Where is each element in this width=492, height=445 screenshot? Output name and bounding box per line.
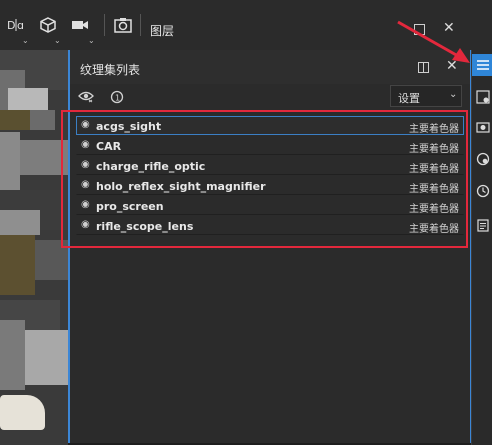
list-item[interactable]: ◉ acgs_sight 主要着色器: [76, 116, 464, 135]
list-item[interactable]: ◉ holo_reflex_sight_magnifier 主要着色器: [76, 176, 464, 195]
toolbar-divider: [140, 14, 141, 36]
texture-set-name: pro_screen: [96, 200, 164, 213]
shader-name[interactable]: 主要着色器: [409, 140, 459, 155]
camera-icon[interactable]: [70, 14, 90, 36]
settings-dropdown-label: 设置: [398, 92, 420, 105]
list-item[interactable]: ◉ CAR 主要着色器: [76, 136, 464, 155]
camera-caret-icon[interactable]: ⌄: [88, 36, 95, 45]
svg-text:ɑ: ɑ: [17, 19, 24, 32]
shader-name[interactable]: 主要着色器: [409, 220, 459, 235]
svg-text:1: 1: [115, 94, 120, 103]
main-toolbar: Dɑ ⌄ ⌄ ⌄ 图层 ✕: [0, 0, 492, 50]
viewport-region: [0, 210, 40, 235]
viewport-region: [20, 140, 68, 175]
list-item[interactable]: ◉ pro_screen 主要着色器: [76, 196, 464, 215]
texture-set-name: holo_reflex_sight_magnifier: [96, 180, 266, 193]
svg-text:D: D: [7, 19, 15, 32]
eye-icon[interactable]: ◉: [81, 199, 90, 210]
shader-name[interactable]: 主要着色器: [409, 200, 459, 215]
cube-icon[interactable]: [38, 14, 58, 36]
texture-set-name: acgs_sight: [96, 120, 162, 133]
settings-dropdown[interactable]: 设置 ⌄: [390, 85, 462, 107]
texture-set-list: ◉ acgs_sight 主要着色器 ◉ CAR 主要着色器 ◉ charge_…: [76, 116, 464, 236]
3d-viewport[interactable]: [0, 50, 68, 445]
eye-icon[interactable]: ◉: [81, 119, 90, 130]
texture-set-name: charge_rifle_optic: [96, 160, 206, 173]
screenshot-icon[interactable]: [112, 14, 134, 36]
viewport-region: [0, 320, 25, 390]
list-item[interactable]: ◉ rifle_scope_lens 主要着色器: [76, 216, 464, 235]
toolbar-divider: [104, 14, 105, 36]
mirror-icon[interactable]: Dɑ: [6, 14, 26, 36]
maximize-icon[interactable]: [414, 24, 425, 35]
shader-name[interactable]: 主要着色器: [409, 180, 459, 195]
viewport-region: [0, 235, 35, 295]
mirror-caret-icon[interactable]: ⌄: [22, 36, 29, 45]
history-icon[interactable]: [472, 180, 492, 202]
camera-settings-icon[interactable]: [472, 116, 492, 138]
list-item[interactable]: ◉ charge_rifle_optic 主要着色器: [76, 156, 464, 175]
eye-icon[interactable]: ◉: [81, 179, 90, 190]
info-icon[interactable]: 1: [110, 90, 124, 107]
panel-toolbar: 1 设置 ⌄: [70, 84, 470, 112]
viewport-region: [25, 330, 68, 385]
texture-set-list-panel: 纹理集列表 ✕ 1 设置 ⌄ ◉ acgs_sight 主要着色器 ◉ CAR …: [68, 50, 472, 443]
right-dock: [471, 50, 492, 445]
visibility-toggle-icon[interactable]: [78, 90, 94, 106]
split-view-icon[interactable]: [418, 62, 429, 73]
display-settings-icon[interactable]: [472, 148, 492, 170]
list-icon[interactable]: [472, 54, 492, 76]
viewport-region: [8, 88, 48, 110]
viewport-region: [35, 240, 68, 280]
viewport-region: [0, 132, 20, 192]
eye-icon[interactable]: ◉: [81, 159, 90, 170]
eye-icon[interactable]: ◉: [81, 139, 90, 150]
panel-title: 纹理集列表: [80, 63, 141, 77]
texture-set-name: CAR: [96, 140, 122, 153]
viewport-region: [0, 110, 30, 130]
panel-header: 纹理集列表 ✕: [70, 50, 470, 84]
window-close-icon[interactable]: ✕: [443, 20, 455, 36]
shader-name[interactable]: 主要着色器: [409, 120, 459, 135]
eye-icon[interactable]: ◉: [81, 219, 90, 230]
viewport-region: [0, 395, 45, 430]
layers-tab[interactable]: 图层: [150, 22, 174, 39]
chevron-down-icon: ⌄: [449, 89, 458, 100]
cube-caret-icon[interactable]: ⌄: [54, 36, 61, 45]
texture-set-name: rifle_scope_lens: [96, 220, 194, 233]
clipboard-icon[interactable]: [472, 214, 492, 236]
shader-name[interactable]: 主要着色器: [409, 160, 459, 175]
settings-list-icon[interactable]: [472, 86, 492, 108]
close-icon[interactable]: ✕: [446, 58, 458, 74]
viewport-region: [30, 110, 55, 130]
